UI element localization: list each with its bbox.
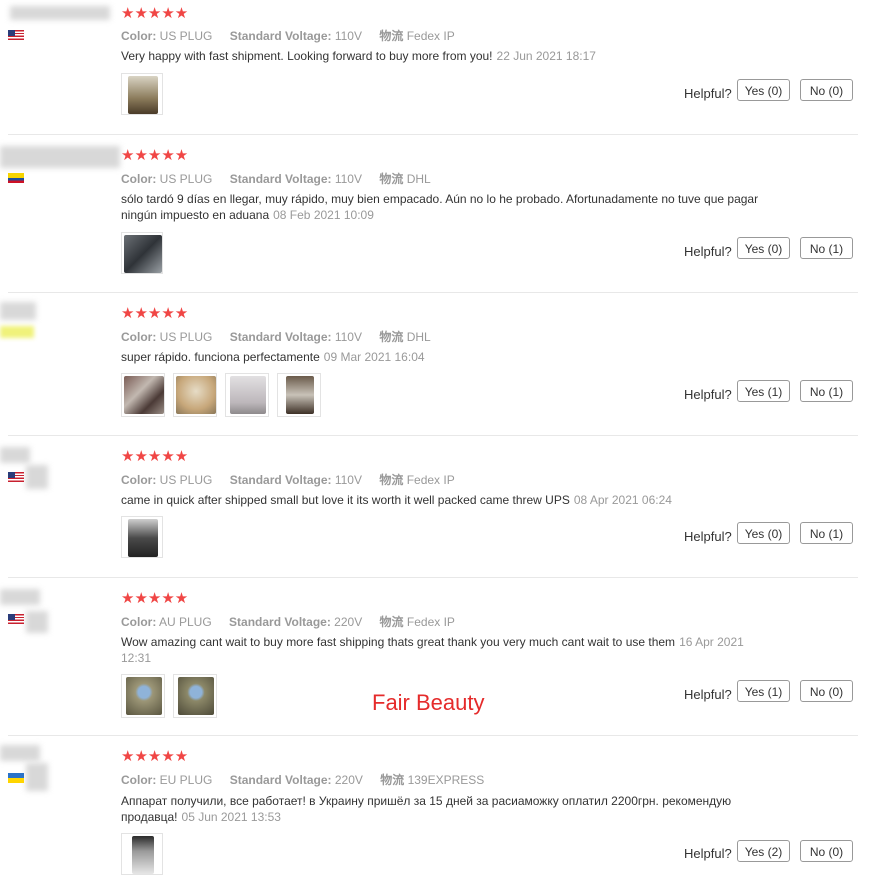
review-item: ★★★★★ Color: US PLUG Standard Voltage: 1… (0, 443, 870, 577)
rating-stars: ★★★★★ (121, 448, 189, 465)
review-photo[interactable] (121, 516, 163, 558)
review-attributes: Color: US PLUG Standard Voltage: 110V 物流… (121, 172, 431, 186)
review-text: Wow amazing cant wait to buy more fast s… (121, 635, 744, 665)
review-item: ★★★★★ Color: US PLUG Standard Voltage: 1… (0, 0, 870, 134)
helpful-no-button[interactable]: No (1) (800, 522, 853, 544)
review-item: ★★★★★ Color: US PLUG Standard Voltage: 1… (0, 142, 870, 292)
review-text: Аппарат получили, все работает! в Украин… (121, 794, 732, 824)
review-photo[interactable] (121, 833, 163, 875)
review-photo[interactable] (225, 373, 269, 417)
helpful-no-button[interactable]: No (0) (800, 840, 853, 862)
review-photo[interactable] (121, 674, 165, 718)
review-attributes: Color: AU PLUG Standard Voltage: 220V 物流… (121, 615, 455, 629)
review-divider (8, 577, 858, 578)
review-photo[interactable] (173, 674, 217, 718)
review-attributes: Color: US PLUG Standard Voltage: 110V 物流… (121, 29, 455, 43)
review-item: ★★★★★ Color: US PLUG Standard Voltage: 1… (0, 300, 870, 435)
review-photo[interactable] (121, 232, 163, 274)
helpful-yes-button[interactable]: Yes (0) (737, 237, 790, 259)
helpful-yes-button[interactable]: Yes (1) (737, 680, 790, 702)
helpful-no-button[interactable]: No (0) (800, 680, 853, 702)
country-flag-icon (8, 773, 24, 783)
helpful-label: Helpful? (684, 687, 732, 702)
review-text: super rápido. funciona perfectamente 09 M… (121, 350, 425, 364)
review-text: Very happy with fast shipment. Looking f… (121, 49, 596, 63)
review-photo[interactable] (173, 373, 217, 417)
review-date: 08 Feb 2021 10:09 (273, 208, 374, 222)
rating-stars: ★★★★★ (121, 590, 189, 607)
rating-stars: ★★★★★ (121, 748, 189, 765)
review-attributes: Color: US PLUG Standard Voltage: 110V 物流… (121, 330, 431, 344)
helpful-no-button[interactable]: No (0) (800, 79, 853, 101)
store-watermark: Fair Beauty (372, 690, 485, 715)
helpful-label: Helpful? (684, 86, 732, 101)
review-date: 05 Jun 2021 13:53 (181, 810, 281, 824)
review-date: 09 Mar 2021 16:04 (323, 350, 425, 364)
review-attributes: Color: US PLUG Standard Voltage: 110V 物流… (121, 473, 455, 487)
review-divider (8, 435, 858, 436)
helpful-label: Helpful? (684, 529, 732, 544)
review-attributes: Color: EU PLUG Standard Voltage: 220V 物流… (121, 773, 485, 787)
country-flag-icon (0, 326, 34, 338)
review-date: 22 Jun 2021 18:17 (496, 49, 596, 63)
helpful-yes-button[interactable]: Yes (0) (737, 522, 790, 544)
helpful-label: Helpful? (684, 387, 732, 402)
review-divider (8, 735, 858, 736)
rating-stars: ★★★★★ (121, 147, 189, 164)
review-text: came in quick after shipped small but lo… (121, 493, 672, 507)
review-date: 08 Apr 2021 06:24 (573, 493, 672, 507)
country-flag-icon (8, 472, 24, 482)
country-flag-icon (8, 30, 24, 40)
helpful-label: Helpful? (684, 244, 732, 259)
review-divider (8, 134, 858, 135)
helpful-label: Helpful? (684, 846, 732, 861)
rating-stars: ★★★★★ (121, 305, 189, 322)
review-divider (8, 292, 858, 293)
rating-stars: ★★★★★ (121, 5, 189, 22)
country-flag-icon (8, 173, 24, 183)
helpful-no-button[interactable]: No (1) (800, 380, 853, 402)
review-photo[interactable] (121, 73, 163, 115)
review-photo[interactable] (277, 373, 321, 417)
helpful-yes-button[interactable]: Yes (1) (737, 380, 790, 402)
helpful-yes-button[interactable]: Yes (2) (737, 840, 790, 862)
review-item: ★★★★★ Color: EU PLUG Standard Voltage: 2… (0, 743, 870, 875)
country-flag-icon (8, 614, 24, 624)
review-photo[interactable] (121, 373, 165, 417)
review-text: sólo tardó 9 días en llegar, muy rápido,… (121, 192, 759, 222)
helpful-yes-button[interactable]: Yes (0) (737, 79, 790, 101)
helpful-no-button[interactable]: No (1) (800, 237, 853, 259)
